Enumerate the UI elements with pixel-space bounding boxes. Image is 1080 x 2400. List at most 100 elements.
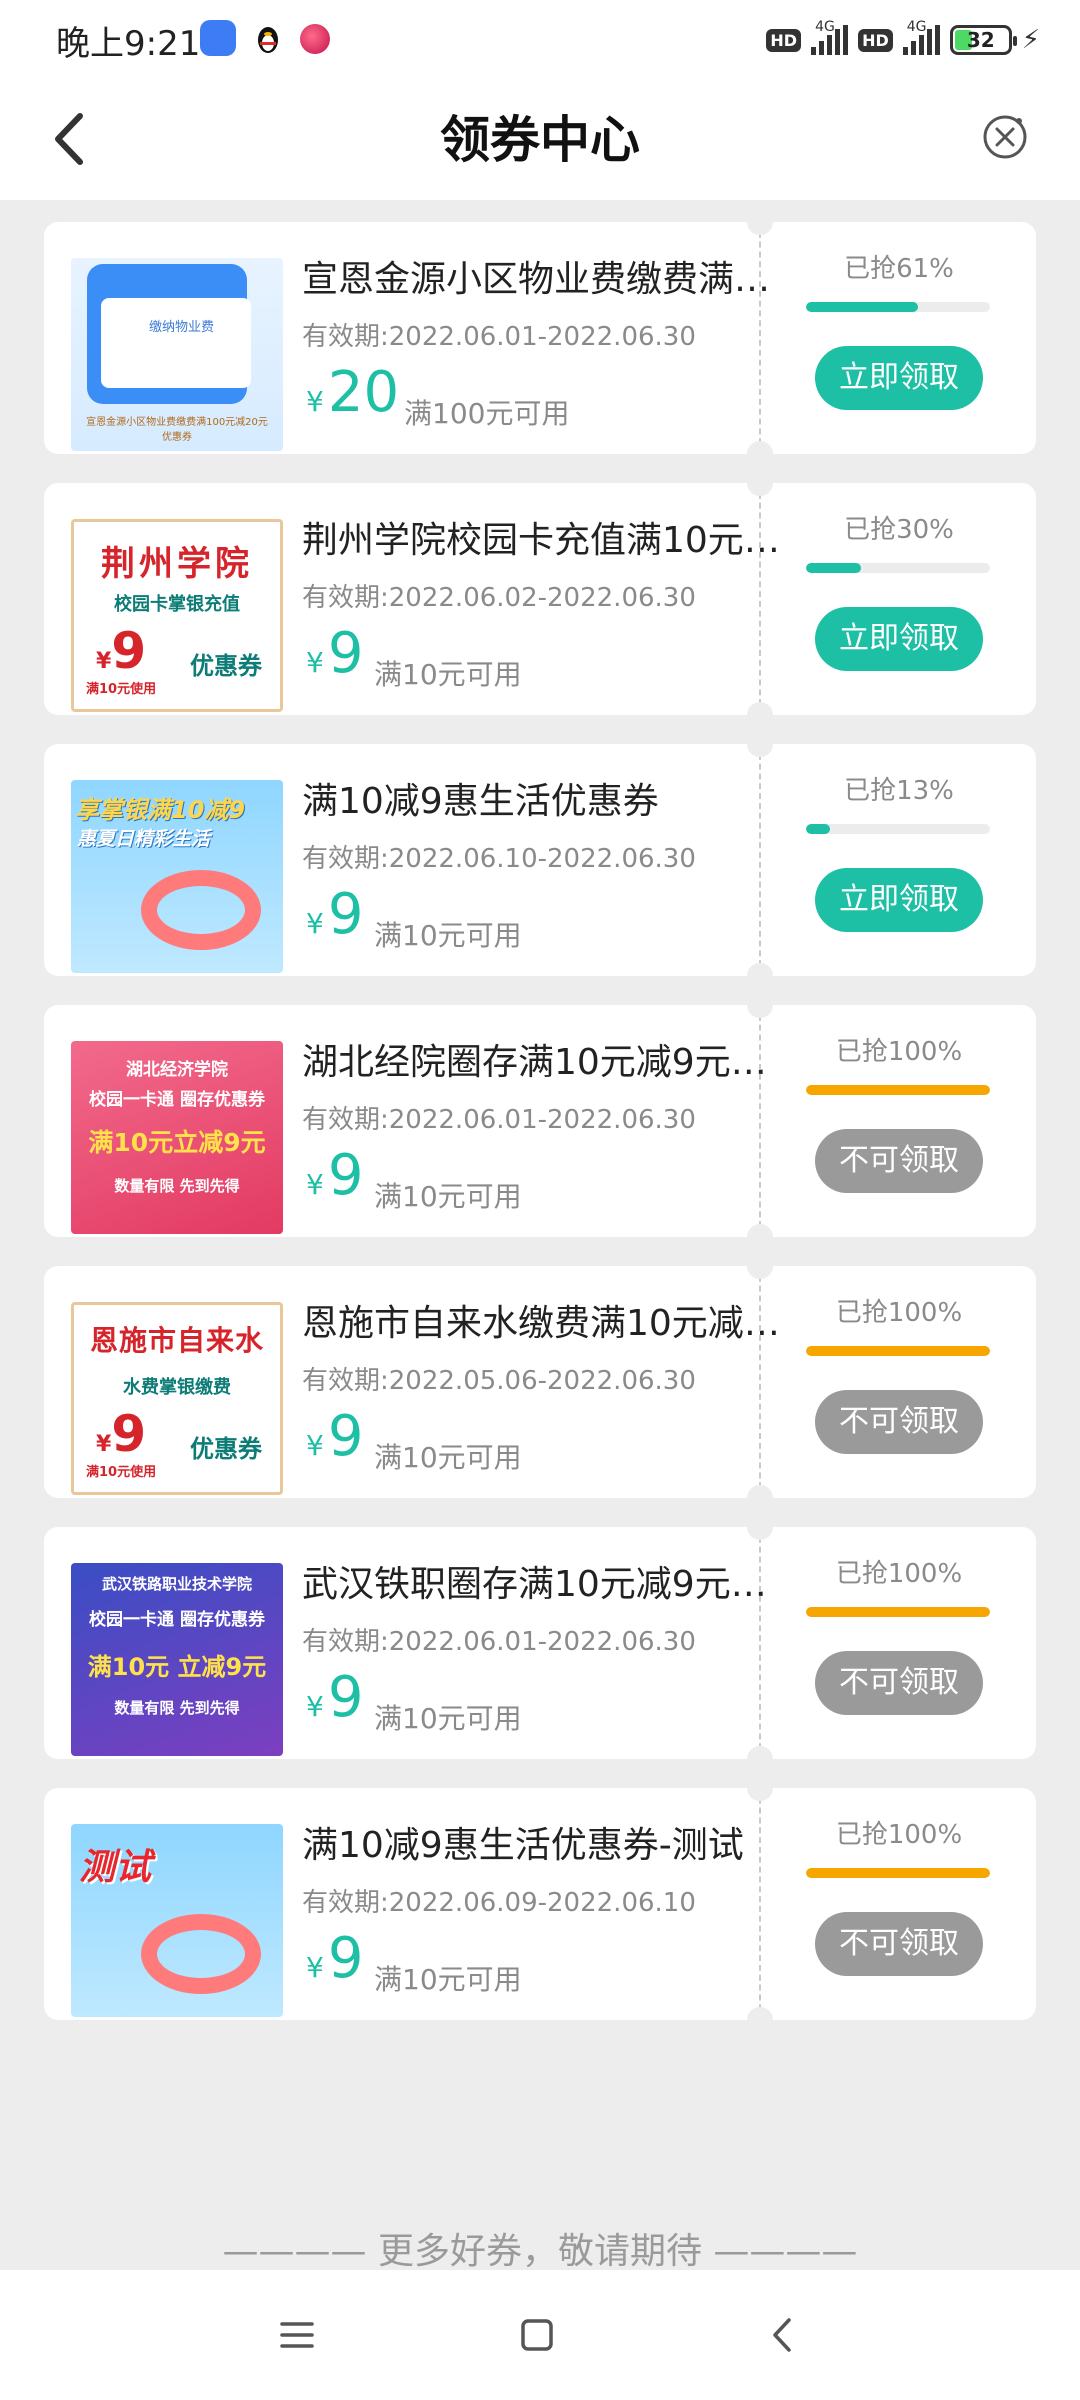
coupon-card: 测试 满10减9惠生活优惠券-测试 有效期:2022.06.09-2022.06…	[44, 1775, 1036, 2033]
coupon-condition: 满10元可用	[374, 658, 522, 691]
more-coupons-hint: ———— 更多好券，敬请期待 ————	[222, 2231, 858, 2272]
grabbed-percent: 已抢100%	[835, 1298, 963, 1328]
coupon-value: ¥20	[306, 360, 400, 425]
coupon-validity: 有效期:2022.05.06-2022.06.30	[302, 1366, 696, 1396]
unavailable-button[interactable]: 不可领取	[815, 1390, 983, 1454]
coupon-divider	[759, 483, 761, 715]
coupon-divider	[759, 744, 761, 976]
battery-level: 32	[966, 28, 995, 52]
header-bar: 领券中心	[0, 78, 1080, 200]
progress-bar	[806, 824, 990, 834]
back-icon	[773, 2318, 791, 2352]
coupon-card: 享掌银满10减9 惠夏日精彩生活 满10减9惠生活优惠券 有效期:2022.06…	[44, 731, 1036, 989]
coupon-image-water-bill: 恩施市自来水 水费掌银缴费 ¥9 优惠券 满10元使用	[71, 1302, 283, 1495]
menu-button[interactable]	[272, 2310, 322, 2360]
hd-badge: HD	[766, 28, 802, 52]
coupon-list: 缴纳物业费 宣恩金源小区物业费缴费满100元减20元 优惠券 宣恩金源小区物业费缴…	[44, 209, 1036, 2049]
claim-button[interactable]: 立即领取	[815, 607, 983, 671]
coupon-condition: 满10元可用	[374, 1441, 522, 1474]
coupon-card: 武汉铁路职业技术学院 校园一卡通 圈存优惠券 满10元 立减9元 数量有限 先到…	[44, 1514, 1036, 1772]
qq-browser-app-icon	[200, 20, 236, 56]
grabbed-percent: 已抢100%	[835, 1820, 963, 1850]
coupon-image-wuhan-railway: 武汉铁路职业技术学院 校园一卡通 圈存优惠券 满10元 立减9元 数量有限 先到…	[71, 1563, 283, 1756]
battery-icon: 32	[949, 25, 1017, 55]
network-type-label: 4G	[906, 19, 927, 35]
network-type-label: 4G	[815, 19, 835, 35]
coupon-condition: 满10元可用	[374, 1180, 522, 1213]
coupon-image-campus-card: 荆州学院 校园卡掌银充值 ¥9 优惠券 满10元使用	[71, 519, 283, 712]
coupon-validity: 有效期:2022.06.09-2022.06.10	[302, 1888, 696, 1918]
coupon-image-label: 缴纳物业费	[149, 320, 215, 335]
signal-icon: 4G	[902, 19, 940, 55]
coupon-value: ¥9	[306, 1143, 364, 1208]
home-button[interactable]	[512, 2310, 562, 2360]
grabbed-percent: 已抢100%	[835, 1559, 963, 1589]
close-circle-icon	[983, 115, 1027, 159]
coupon-divider	[759, 1788, 761, 2020]
status-bar: 晚上9:21 HD 4G HD 4G 32 ⚡	[0, 0, 1080, 78]
progress-bar	[806, 302, 990, 312]
coupon-divider	[759, 1005, 761, 1237]
coupon-image-property-fee: 缴纳物业费 宣恩金源小区物业费缴费满100元减20元 优惠券	[71, 258, 283, 451]
coupon-value: ¥9	[306, 882, 364, 947]
coupon-validity: 有效期:2022.06.02-2022.06.30	[302, 583, 696, 613]
grabbed-percent: 已抢13%	[844, 776, 954, 806]
menu-icon	[280, 2322, 314, 2348]
coupon-value: ¥9	[306, 1404, 364, 1469]
coupon-condition: 满10元可用	[374, 1702, 522, 1735]
coupon-name: 满10减9惠生活优惠券-测试	[302, 1825, 744, 1866]
coupon-card: 恩施市自来水 水费掌银缴费 ¥9 优惠券 满10元使用 恩施市自来水缴费满10元…	[44, 1253, 1036, 1511]
coupon-value: ¥9	[306, 1665, 364, 1730]
coupon-name: 荆州学院校园卡充值满10元减9元优惠券	[302, 520, 788, 561]
system-nav-bar	[0, 2270, 1080, 2400]
grabbed-percent: 已抢100%	[835, 1037, 963, 1067]
coupon-condition: 满10元可用	[374, 919, 522, 952]
close-button[interactable]	[970, 102, 1040, 172]
coupon-value: ¥9	[306, 1926, 364, 1991]
coupon-image-hubei-university: 湖北经济学院 校园一卡通 圈存优惠券 满10元立减9元 数量有限 先到先得	[71, 1041, 283, 1234]
claim-button[interactable]: 立即领取	[815, 346, 983, 410]
coupon-image-summer-life: 享掌银满10减9 惠夏日精彩生活	[71, 780, 283, 973]
coupon-image-test: 测试	[71, 1824, 283, 2017]
grabbed-percent: 已抢61%	[844, 254, 954, 284]
coupon-name: 宣恩金源小区物业费缴费满100元减20元优惠券	[302, 259, 788, 300]
coupon-card: 湖北经济学院 校园一卡通 圈存优惠券 满10元立减9元 数量有限 先到先得 湖北…	[44, 992, 1036, 1250]
progress-bar	[806, 1346, 990, 1356]
hd-badge: HD	[858, 28, 893, 52]
grabbed-percent: 已抢30%	[844, 515, 954, 545]
notification-app-icon	[300, 24, 330, 54]
coupon-card: 荆州学院 校园卡掌银充值 ¥9 优惠券 满10元使用 荆州学院校园卡充值满10元…	[44, 470, 1036, 728]
progress-bar	[806, 563, 990, 573]
coupon-name: 满10减9惠生活优惠券	[302, 781, 659, 822]
system-back-button[interactable]	[758, 2310, 808, 2360]
coupon-validity: 有效期:2022.06.01-2022.06.30	[302, 1105, 696, 1135]
signal-icon: 4G	[811, 19, 849, 55]
unavailable-button[interactable]: 不可领取	[815, 1912, 983, 1976]
coupon-image-caption: 宣恩金源小区物业费缴费满100元减20元 优惠券	[86, 417, 268, 443]
qq-penguin-app-icon	[250, 20, 286, 56]
coupon-value: ¥9	[306, 621, 364, 686]
progress-bar	[806, 1607, 990, 1617]
progress-bar	[806, 1868, 990, 1878]
claim-button[interactable]: 立即领取	[815, 868, 983, 932]
coupon-divider	[759, 1266, 761, 1498]
status-time: 晚上9:21	[56, 24, 201, 64]
unavailable-button[interactable]: 不可领取	[815, 1651, 983, 1715]
progress-bar	[806, 1085, 990, 1095]
home-square-icon	[521, 2319, 553, 2351]
page-title: 领券中心	[440, 111, 640, 169]
coupon-divider	[759, 222, 761, 454]
charging-icon: ⚡	[1021, 25, 1040, 55]
coupon-validity: 有效期:2022.06.01-2022.06.30	[302, 1627, 696, 1657]
coupon-card: 缴纳物业费 宣恩金源小区物业费缴费满100元减20元 优惠券 宣恩金源小区物业费缴…	[44, 209, 1036, 467]
coupon-validity: 有效期:2022.06.01-2022.06.30	[302, 322, 696, 352]
coupon-name: 武汉铁职圈存满10元减9元优惠券	[302, 1564, 788, 1605]
coupon-condition: 满100元可用	[404, 397, 570, 430]
unavailable-button[interactable]: 不可领取	[815, 1129, 983, 1193]
coupon-divider	[759, 1527, 761, 1759]
coupon-name: 恩施市自来水缴费满10元减9元优惠券	[302, 1303, 788, 1344]
coupon-validity: 有效期:2022.06.10-2022.06.30	[302, 844, 696, 874]
coupon-condition: 满10元可用	[374, 1963, 522, 1996]
coupon-name: 湖北经院圈存满10元减9元优惠券	[302, 1042, 788, 1083]
status-indicators: HD 4G HD 4G 32 ⚡	[766, 19, 1040, 60]
